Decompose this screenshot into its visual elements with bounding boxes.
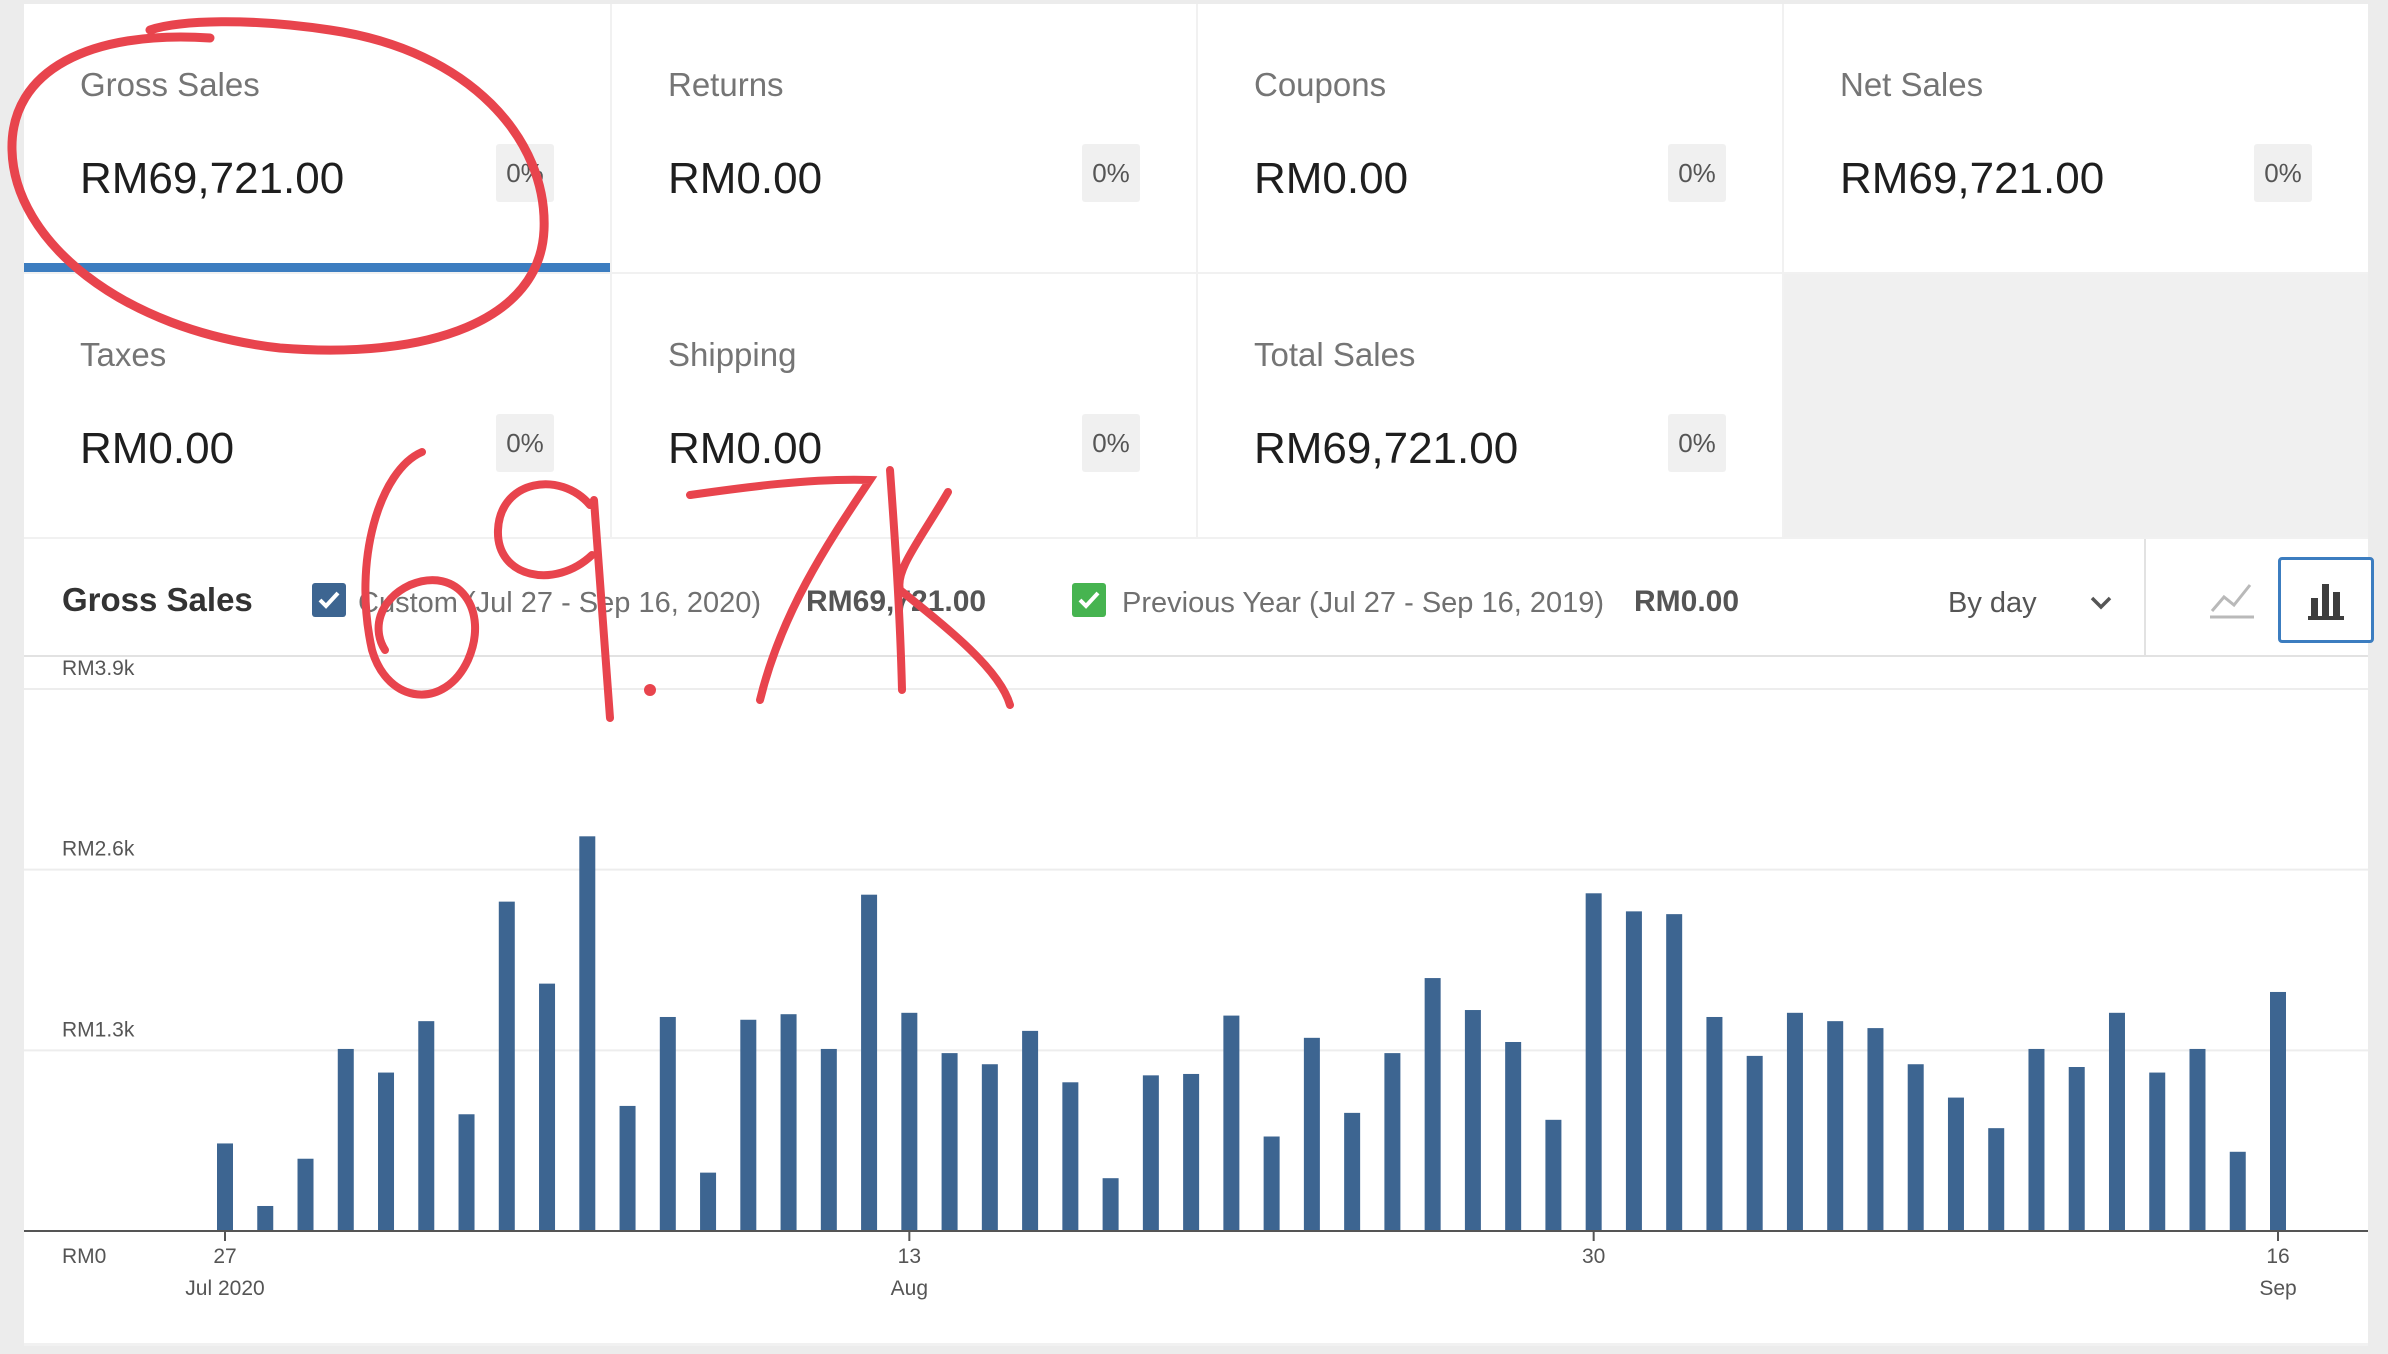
- bar: [1263, 1136, 1280, 1231]
- delta-badge: 0%: [1082, 144, 1140, 202]
- summary-tile-net-sales[interactable]: Net Sales RM69,721.00 0%: [1784, 4, 2368, 272]
- tile-label: Net Sales: [1840, 66, 1984, 103]
- bar: [1505, 1041, 1522, 1231]
- bar: [2229, 1151, 2246, 1231]
- tile-value: RM0.00: [1254, 154, 1409, 203]
- delta-badge: 0%: [1082, 414, 1140, 472]
- bar: [1344, 1112, 1361, 1231]
- x-tick-label: 27: [213, 1245, 236, 1268]
- delta-badge: 0%: [496, 144, 554, 202]
- bar: [2149, 1072, 2166, 1231]
- bar: [1545, 1119, 1562, 1231]
- delta-badge: 0%: [2254, 144, 2312, 202]
- bar: [1907, 1064, 1924, 1231]
- summary-tile-taxes[interactable]: Taxes RM0.00 0%: [24, 274, 610, 537]
- bar: [297, 1158, 314, 1231]
- bar: [418, 1021, 435, 1231]
- bar: [217, 1143, 233, 1231]
- bar: [901, 1012, 918, 1231]
- bar: [1464, 1010, 1481, 1231]
- bar: [1988, 1128, 2005, 1231]
- bar: [941, 1053, 958, 1231]
- bar: [2189, 1048, 2206, 1231]
- summary-tile-gross-sales[interactable]: Gross Sales RM69,721.00 0%: [24, 4, 610, 272]
- y-tick-label: RM1.3k: [62, 1018, 135, 1041]
- y-tick-label: RM0: [62, 1245, 106, 1268]
- tile-label: Shipping: [668, 336, 797, 373]
- bar: [378, 1072, 395, 1231]
- bar: [1585, 893, 1602, 1231]
- bar: [1827, 1021, 1844, 1231]
- bar: [659, 1016, 676, 1231]
- summary-tile-shipping[interactable]: Shipping RM0.00 0%: [612, 274, 1196, 537]
- tile-value: RM0.00: [668, 424, 823, 473]
- bar: [1947, 1097, 1964, 1231]
- gross-sales-bar-chart: RM1.3k RM2.6k RM3.9k RM0 27 Jul 2020 13 Aug 30 16…: [24, 657, 2368, 1300]
- summary-tile-coupons[interactable]: Coupons RM0.00 0%: [1198, 4, 1782, 272]
- bar: [579, 836, 596, 1231]
- bar: [1786, 1012, 1803, 1231]
- bar: [1706, 1016, 1723, 1231]
- bar: [337, 1048, 354, 1231]
- bar: [740, 1019, 757, 1231]
- y-tick-label: RM3.9k: [62, 657, 135, 680]
- bar: [1223, 1015, 1240, 1231]
- bar: [1424, 978, 1441, 1231]
- tile-label: Taxes: [80, 336, 167, 373]
- bar: [2068, 1067, 2085, 1231]
- bar: [820, 1048, 837, 1231]
- bar: [981, 1064, 998, 1231]
- tile-label: Gross Sales: [80, 66, 260, 103]
- bar: [1062, 1082, 1079, 1231]
- y-tick-label: RM2.6k: [62, 838, 135, 861]
- tile-label: Returns: [668, 66, 784, 103]
- bar: [2108, 1012, 2125, 1231]
- bar: [861, 894, 878, 1231]
- bar: [619, 1105, 636, 1231]
- bar: [1625, 911, 1642, 1231]
- bar: [1022, 1030, 1039, 1231]
- chart-panel: Gross Sales Custom (Jul 27 - Sep 16, 202…: [24, 539, 2374, 1343]
- x-tick-sublabel: Sep: [2259, 1277, 2296, 1300]
- bar: [498, 901, 515, 1231]
- tile-value: RM69,721.00: [1840, 154, 2105, 203]
- x-tick-sublabel: Jul 2020: [185, 1277, 264, 1300]
- bar: [780, 1014, 797, 1231]
- x-tick-label: 16: [2266, 1245, 2289, 1268]
- tile-label: Coupons: [1254, 66, 1387, 103]
- bar: [1666, 914, 1683, 1231]
- bar: [1867, 1028, 1884, 1231]
- bar: [1746, 1055, 1763, 1231]
- bar: [1183, 1073, 1200, 1231]
- delta-badge: 0%: [1668, 144, 1726, 202]
- bar: [700, 1172, 717, 1231]
- bar: [1384, 1053, 1401, 1231]
- summary-tile-placeholder: [1784, 274, 2368, 537]
- x-tick-label: 30: [1582, 1245, 1605, 1268]
- x-tick-label: 13: [898, 1245, 921, 1268]
- tile-value: RM0.00: [80, 424, 235, 473]
- delta-badge: 0%: [496, 414, 554, 472]
- bar: [1142, 1075, 1159, 1231]
- bar: [539, 983, 556, 1231]
- bar: [2028, 1048, 2045, 1231]
- bar: [1303, 1037, 1320, 1231]
- summary-tile-total-sales[interactable]: Total Sales RM69,721.00 0%: [1198, 274, 1782, 537]
- tile-value: RM69,721.00: [80, 154, 345, 203]
- bar: [2270, 991, 2286, 1231]
- x-tick-sublabel: Aug: [891, 1277, 928, 1300]
- bar: [458, 1114, 475, 1231]
- tile-value: RM69,721.00: [1254, 424, 1519, 473]
- tile-label: Total Sales: [1254, 336, 1416, 373]
- bar: [257, 1205, 274, 1231]
- summary-tile-returns[interactable]: Returns RM0.00 0%: [612, 4, 1196, 272]
- tile-value: RM0.00: [668, 154, 823, 203]
- delta-badge: 0%: [1668, 414, 1726, 472]
- bar: [1102, 1178, 1119, 1231]
